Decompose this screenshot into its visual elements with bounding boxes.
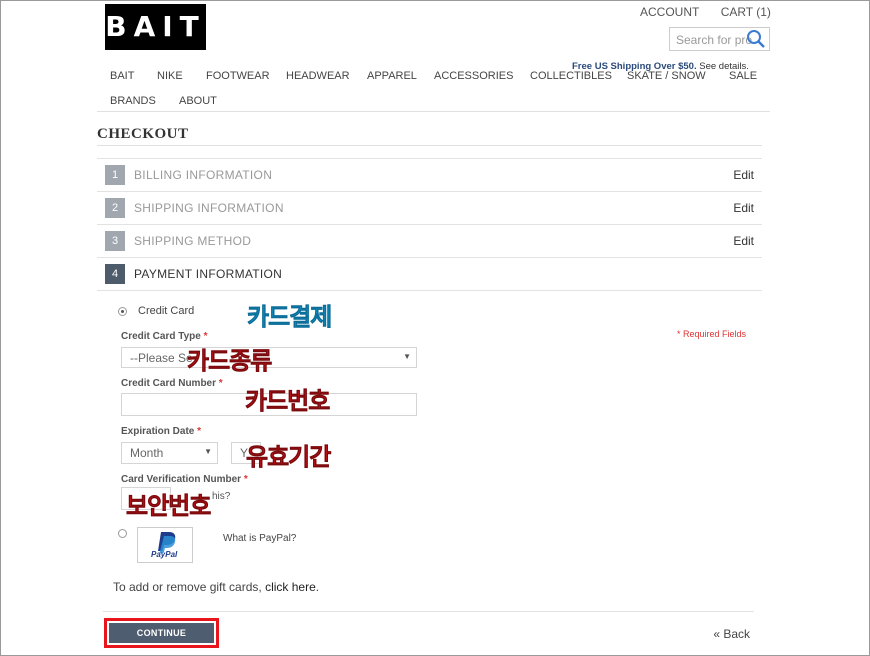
step-shipping-method[interactable]: 3 SHIPPING METHOD Edit — [97, 224, 762, 257]
nav-item-collectibles[interactable]: COLLECTIBLES — [530, 70, 612, 82]
step-label: BILLING INFORMATION — [134, 168, 273, 182]
required-star: * — [197, 426, 202, 437]
continue-highlight: CONTINUE — [104, 618, 219, 648]
paypal-radio[interactable] — [118, 529, 127, 538]
gift-card-link[interactable]: click here — [265, 580, 316, 594]
card-type-value: --Please Se — [130, 351, 193, 365]
nav-item-nike[interactable]: NIKE — [157, 70, 183, 82]
gift-card-period: . — [315, 580, 320, 594]
expiration-month-select[interactable]: Month ▼ — [121, 442, 218, 464]
nav-item-bait[interactable]: BAIT — [110, 70, 134, 82]
card-number-label: Credit Card Number * — [121, 378, 223, 389]
nav-item-footwear[interactable]: FOOTWEAR — [206, 70, 270, 82]
expiration-label: Expiration Date * — [121, 426, 201, 437]
step-number: 3 — [105, 231, 125, 251]
gift-card-text: To add or remove gift cards, click here. — [113, 580, 319, 594]
nav-item-apparel[interactable]: APPAREL — [367, 70, 417, 82]
step-label: PAYMENT INFORMATION — [134, 267, 283, 281]
month-value: Month — [130, 446, 164, 460]
chevron-down-icon: ▼ — [403, 352, 411, 361]
step-label: SHIPPING INFORMATION — [134, 201, 284, 215]
nav-divider — [97, 111, 770, 112]
nav-item-about[interactable]: ABOUT — [179, 95, 217, 107]
cvv-help-link[interactable]: his? — [212, 491, 230, 502]
top-links: ACCOUNT CART (1) — [640, 5, 789, 19]
account-link[interactable]: ACCOUNT — [640, 5, 699, 19]
edit-shipping-method-link[interactable]: Edit — [733, 234, 754, 248]
required-star: * — [218, 378, 223, 389]
page-title: CHECKOUT — [97, 126, 189, 142]
title-divider — [97, 145, 762, 146]
step-payment: 4 PAYMENT INFORMATION — [97, 257, 762, 290]
paypal-logo: PayPal — [137, 527, 193, 563]
annotation-credit-card: 카드결제 — [247, 303, 333, 332]
step-label: SHIPPING METHOD — [134, 234, 252, 248]
search-placeholder: Search for pro — [676, 33, 753, 47]
cvv-label: Card Verification Number * — [121, 474, 248, 485]
nav-item-sale[interactable]: SALE — [729, 70, 757, 82]
what-is-paypal-link[interactable]: What is PayPal? — [223, 533, 296, 544]
bait-logo[interactable]: BAIT — [105, 4, 206, 50]
credit-card-label: Credit Card — [138, 305, 195, 317]
nav-item-accessories[interactable]: ACCESSORIES — [434, 70, 513, 82]
credit-card-radio[interactable] — [118, 307, 127, 316]
edit-billing-link[interactable]: Edit — [733, 168, 754, 182]
annotation-card-number: 카드번호 — [245, 387, 331, 416]
card-number-label-text: Credit Card Number — [121, 378, 217, 389]
gift-card-prefix: To add or remove gift cards, — [113, 580, 266, 594]
step-billing[interactable]: 1 BILLING INFORMATION Edit — [97, 158, 762, 191]
back-link[interactable]: « Back — [713, 627, 750, 641]
search-input[interactable]: Search for pro — [669, 27, 770, 51]
cvv-label-text: Card Verification Number — [121, 474, 242, 485]
nav-item-skate-snow[interactable]: SKATE / SNOW — [627, 70, 706, 82]
annotation-security-code: 보안번호 — [126, 492, 212, 521]
required-star: * — [243, 474, 248, 485]
step-number: 1 — [105, 165, 125, 185]
chevron-down-icon: ▼ — [204, 447, 212, 456]
nav-item-headwear[interactable]: HEADWEAR — [286, 70, 350, 82]
paypal-logo-text: PayPal — [151, 550, 178, 559]
cart-link[interactable]: CART (1) — [721, 5, 771, 19]
step-shipping-info[interactable]: 2 SHIPPING INFORMATION Edit — [97, 191, 762, 224]
continue-button[interactable]: CONTINUE — [109, 623, 214, 643]
annotation-expiration: 유효기간 — [246, 443, 332, 472]
payment-divider — [97, 290, 762, 291]
expiration-label-text: Expiration Date — [121, 426, 195, 437]
required-fields-note: * Required Fields — [677, 329, 747, 339]
search-icon[interactable] — [745, 29, 767, 49]
nav-item-brands[interactable]: BRANDS — [110, 95, 156, 107]
step-number: 2 — [105, 198, 125, 218]
annotation-card-type: 카드종류 — [187, 347, 273, 376]
footer-divider — [103, 611, 754, 612]
step-number: 4 — [105, 264, 125, 284]
edit-shipping-link[interactable]: Edit — [733, 201, 754, 215]
